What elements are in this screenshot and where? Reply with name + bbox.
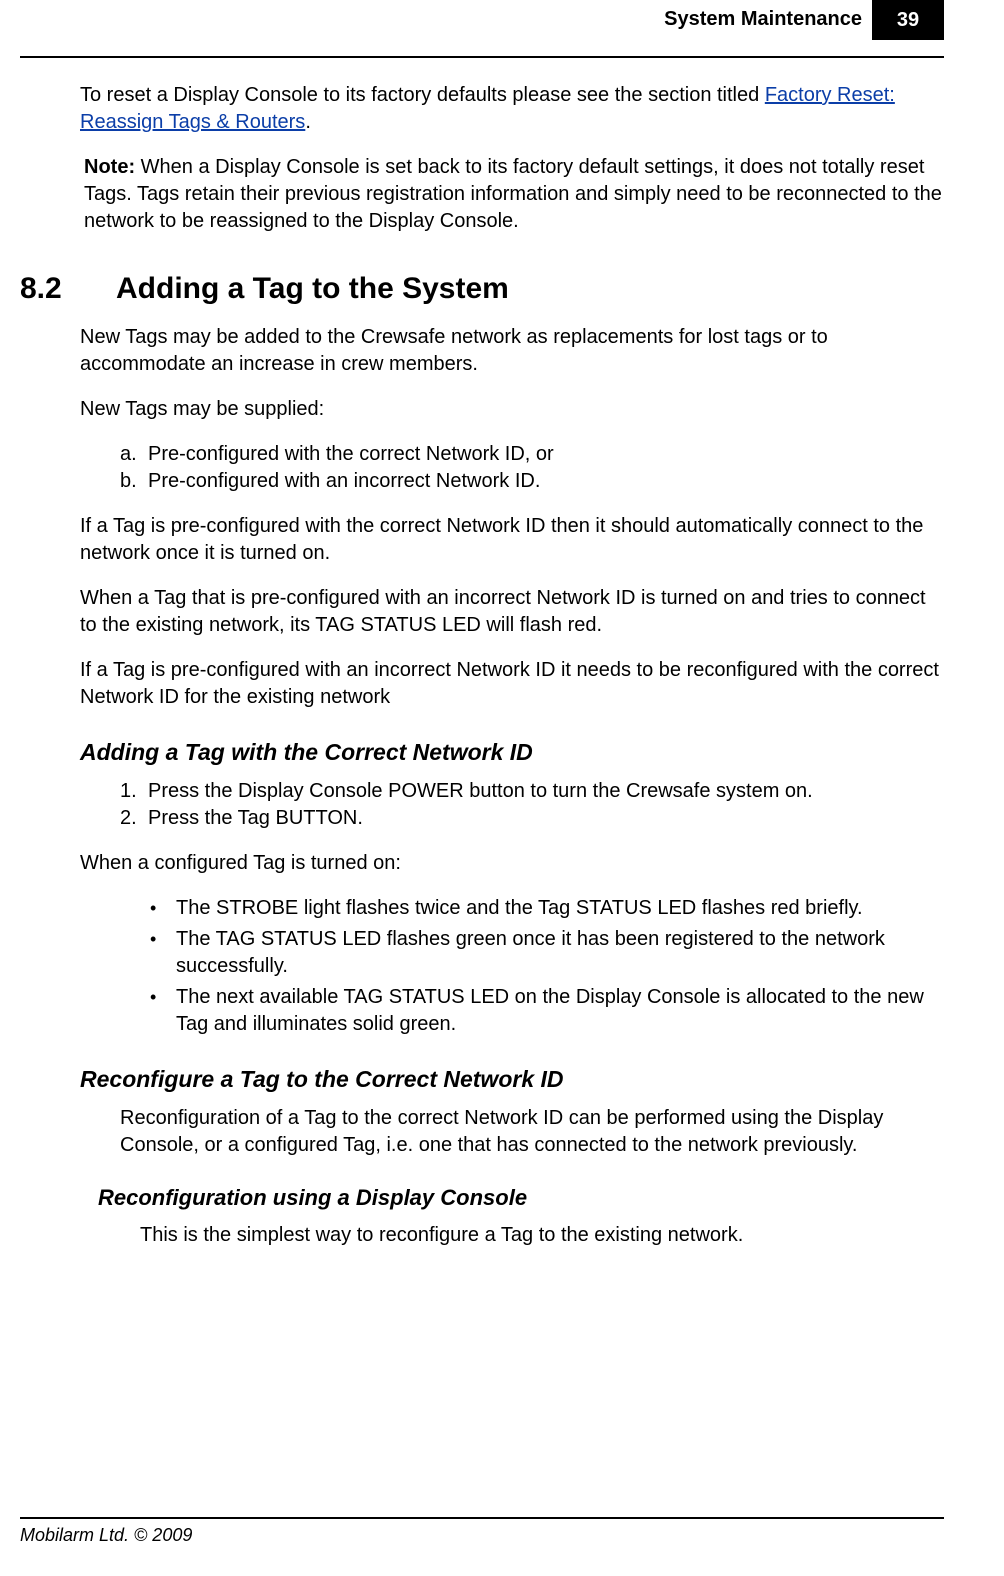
list-marker: 2. xyxy=(120,805,148,832)
list-text: The TAG STATUS LED flashes green once it… xyxy=(176,926,944,980)
section-p3: If a Tag is pre-configured with the corr… xyxy=(80,513,944,567)
section-title: Adding a Tag to the System xyxy=(116,269,509,310)
intro-text-pre: To reset a Display Console to its factor… xyxy=(80,84,765,106)
page: System Maintenance 39 To reset a Display… xyxy=(0,0,1004,1576)
note-paragraph: Note: When a Display Console is set back… xyxy=(80,154,944,235)
list-text: The next available TAG STATUS LED on the… xyxy=(176,984,944,1038)
bullet-icon: • xyxy=(150,895,176,922)
sub2-p1: Reconfiguration of a Tag to the correct … xyxy=(80,1105,944,1159)
intro-paragraph: To reset a Display Console to its factor… xyxy=(80,82,944,136)
bullet-icon: • xyxy=(150,984,176,1038)
note-text: When a Display Console is set back to it… xyxy=(84,156,942,232)
sub1-p1: When a configured Tag is turned on: xyxy=(80,850,944,877)
list-text: Press the Display Console POWER button t… xyxy=(148,778,813,805)
section-p1: New Tags may be added to the Crewsafe ne… xyxy=(80,324,944,378)
list-item: b. Pre-configured with an incorrect Netw… xyxy=(120,468,944,495)
section-p4: When a Tag that is pre-configured with a… xyxy=(80,585,944,639)
list-item: • The TAG STATUS LED flashes green once … xyxy=(150,926,944,980)
subheading-correct-id: Adding a Tag with the Correct Network ID xyxy=(80,737,944,768)
list-item: • The next available TAG STATUS LED on t… xyxy=(150,984,944,1038)
list-item: a. Pre-configured with the correct Netwo… xyxy=(120,441,944,468)
subheading-reconfig-console: Reconfiguration using a Display Console xyxy=(98,1183,944,1213)
sub3-p1: This is the simplest way to reconfigure … xyxy=(80,1222,944,1249)
subheading-reconfigure: Reconfigure a Tag to the Correct Network… xyxy=(80,1064,944,1095)
content: To reset a Display Console to its factor… xyxy=(20,58,944,1249)
numbered-list: 1. Press the Display Console POWER butto… xyxy=(80,778,944,832)
note-label: Note: xyxy=(84,156,135,178)
section-number: 8.2 xyxy=(20,269,116,310)
list-item: 1. Press the Display Console POWER butto… xyxy=(120,778,944,805)
list-marker: a. xyxy=(120,441,148,468)
header-title: System Maintenance xyxy=(664,0,872,40)
list-item: 2. Press the Tag BUTTON. xyxy=(120,805,944,832)
page-header: System Maintenance 39 xyxy=(664,0,944,40)
list-text: Pre-configured with an incorrect Network… xyxy=(148,468,540,495)
section-p5: If a Tag is pre-configured with an incor… xyxy=(80,657,944,711)
section-heading-row: 8.2 Adding a Tag to the System xyxy=(20,269,944,310)
list-text: Press the Tag BUTTON. xyxy=(148,805,363,832)
list-item: • The STROBE light flashes twice and the… xyxy=(150,895,944,922)
letter-list: a. Pre-configured with the correct Netwo… xyxy=(80,441,944,495)
list-marker: 1. xyxy=(120,778,148,805)
section-p2: New Tags may be supplied: xyxy=(80,396,944,423)
list-text: The STROBE light flashes twice and the T… xyxy=(176,895,863,922)
page-footer: Mobilarm Ltd. © 2009 xyxy=(20,1517,944,1546)
intro-text-post: . xyxy=(305,111,311,133)
bullet-list: • The STROBE light flashes twice and the… xyxy=(80,895,944,1038)
page-number: 39 xyxy=(872,0,944,40)
bullet-icon: • xyxy=(150,926,176,980)
list-marker: b. xyxy=(120,468,148,495)
list-text: Pre-configured with the correct Network … xyxy=(148,441,554,468)
